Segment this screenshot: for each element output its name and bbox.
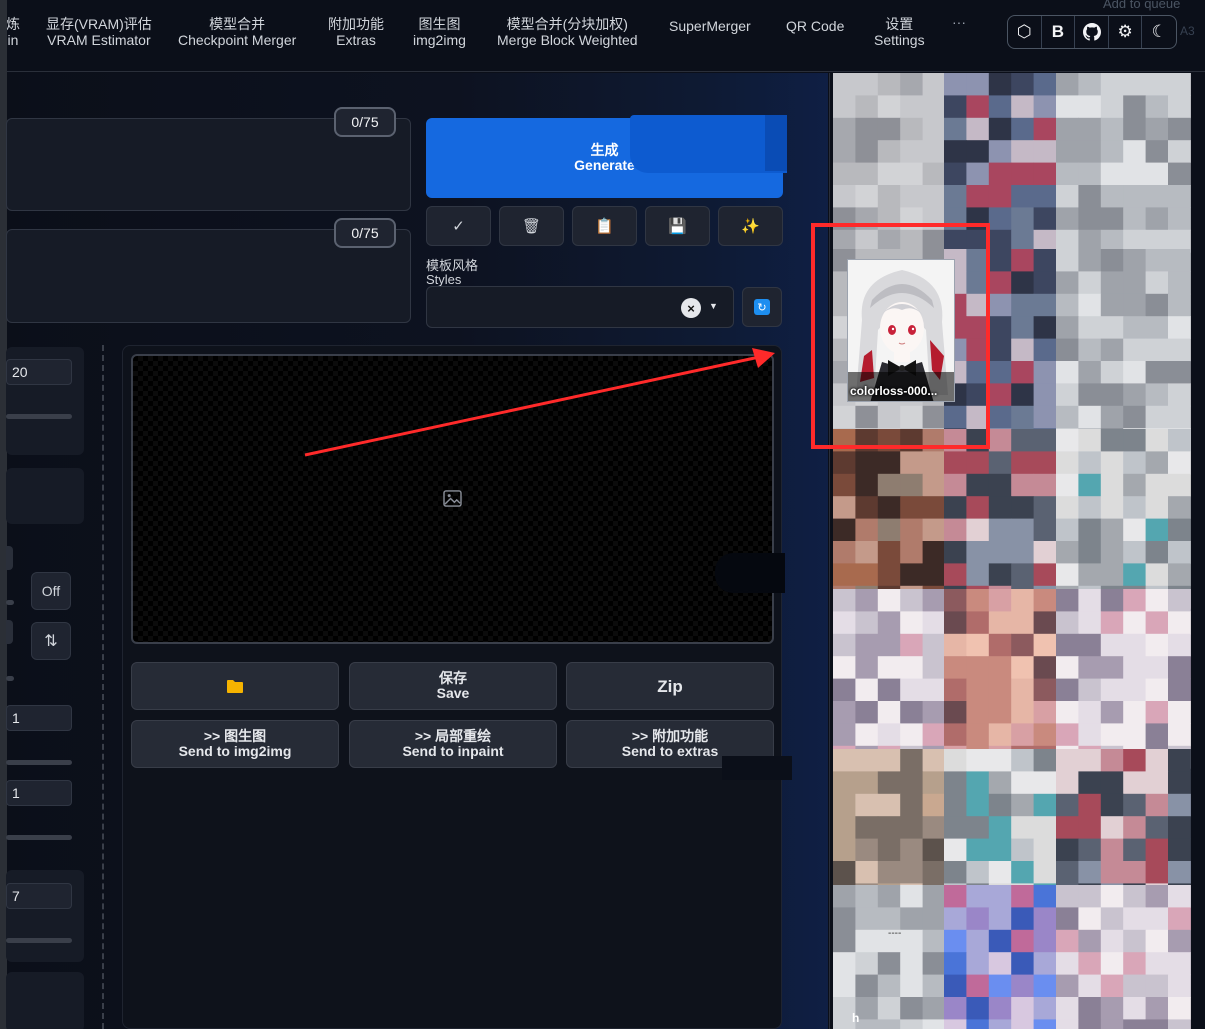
- gallery-card-caption: ----: [888, 928, 902, 939]
- gear-icon[interactable]: ⚙: [1109, 16, 1143, 48]
- tab-merge-block-weighted[interactable]: 模型合并(分块加权) Merge Block Weighted: [497, 16, 638, 48]
- tab-label: SuperMerger: [669, 18, 751, 34]
- cfg-scale-slider[interactable]: [6, 938, 72, 943]
- save-label-en: Save: [436, 685, 470, 701]
- more-tabs-button[interactable]: ···: [952, 14, 966, 30]
- hexagon-icon[interactable]: ⬡: [1008, 16, 1042, 48]
- ghost-a3-label: A3: [1180, 24, 1195, 38]
- cfg-scale-field[interactable]: 7: [6, 883, 72, 909]
- tab-label-en: Settings: [874, 32, 925, 48]
- tab-settings[interactable]: 设置 Settings: [874, 16, 925, 48]
- img2img-label-en: Send to img2img: [178, 743, 292, 759]
- tab-label-zh: 附加功能: [328, 16, 384, 32]
- tab-img2img[interactable]: 图生图 img2img: [413, 16, 466, 48]
- generate-label-en: Generate: [574, 157, 635, 173]
- open-folder-button[interactable]: [131, 662, 339, 710]
- tab-supermerger[interactable]: SuperMerger: [669, 18, 751, 34]
- send-to-img2img-button[interactable]: >> 图生图 Send to img2img: [131, 720, 339, 768]
- occlusion-smudge: [630, 115, 787, 173]
- slider-edge[interactable]: [6, 676, 14, 681]
- extras-label-zh: >> 附加功能: [631, 728, 709, 744]
- clipboard-icon[interactable]: 📋: [572, 206, 637, 246]
- tab-label-en: Merge Block Weighted: [497, 32, 638, 48]
- occlusion-smudge: [722, 756, 792, 780]
- slider-edge[interactable]: [6, 600, 14, 605]
- swap-dimensions-icon[interactable]: ⇅: [31, 622, 71, 660]
- tab-vram-estimator[interactable]: 显存(VRAM)评估 VRAM Estimator: [46, 16, 152, 48]
- negative-prompt-token-counter: 0/75: [334, 218, 396, 248]
- occlusion-smudge: [765, 115, 787, 171]
- clear-icon[interactable]: ×: [681, 298, 701, 318]
- tab-label-zh: 设置: [885, 16, 914, 32]
- tab-qr-code[interactable]: QR Code: [786, 18, 844, 34]
- dimension-field-edge[interactable]: [6, 620, 13, 644]
- gallery-card-caption: h: [852, 1011, 860, 1025]
- tab-label-en: Extras: [336, 32, 376, 48]
- save-icon[interactable]: 💾: [645, 206, 710, 246]
- refresh-icon: ↻: [754, 299, 770, 315]
- extras-label-en: Send to extras: [621, 743, 719, 759]
- resize-divider[interactable]: [102, 345, 104, 1029]
- checkbox-edge[interactable]: [6, 546, 13, 570]
- hires-toggle-button[interactable]: Off: [31, 572, 71, 610]
- styles-label-en: Styles: [426, 272, 462, 287]
- top-navigation: 炼 in 显存(VRAM)评估 VRAM Estimator 模型合并 Checkpo…: [0, 0, 1205, 72]
- tab-label-zh: 模型合并: [209, 16, 266, 32]
- tab-checkpoint-merger[interactable]: 模型合并 Checkpoint Merger: [178, 16, 296, 48]
- magic-wand-icon[interactable]: ✨: [718, 206, 783, 246]
- steps-slider[interactable]: [6, 414, 72, 419]
- bold-b-icon[interactable]: B: [1042, 16, 1076, 48]
- steps-number-field[interactable]: 20: [6, 359, 72, 385]
- tab-label-en: VRAM Estimator: [47, 32, 151, 48]
- batch-size-field[interactable]: 1: [6, 780, 72, 806]
- lora-card-caption: colorloss-000...: [850, 384, 938, 398]
- occlusion-smudge: [715, 553, 785, 593]
- checkmark-icon[interactable]: ✓: [426, 206, 491, 246]
- styles-dropdown[interactable]: × ▼: [426, 286, 734, 328]
- tab-label-en: in: [7, 32, 19, 48]
- tab-label-en: img2img: [413, 32, 466, 48]
- zip-button[interactable]: Zip: [566, 662, 774, 710]
- styles-label-zh: 模板风格: [426, 258, 479, 273]
- sampler-card: [6, 468, 84, 524]
- pixelated-thumbnail-grid[interactable]: [830, 73, 1205, 1029]
- tab-label-zh: 显存(VRAM)评估: [46, 16, 152, 32]
- tab-label: QR Code: [786, 18, 845, 34]
- save-label-zh: 保存: [439, 670, 467, 686]
- output-image-area[interactable]: [131, 354, 774, 644]
- generate-label-zh: 生成: [590, 142, 619, 158]
- tab-label-zh: 模型合并(分块加权): [506, 16, 628, 32]
- tab-label-zh: 图生图: [418, 16, 461, 32]
- quick-icon-toolbar: ⬡ B ⚙ ☾: [1007, 15, 1177, 49]
- moon-icon[interactable]: ☾: [1142, 16, 1176, 48]
- anime-girl-preview-image: [848, 260, 954, 401]
- github-icon[interactable]: [1075, 16, 1109, 48]
- folder-icon: [227, 679, 243, 693]
- batch-size-slider[interactable]: [6, 835, 72, 840]
- styles-label: 模板风格 Styles: [426, 259, 478, 287]
- tab-train[interactable]: 炼 in: [6, 16, 20, 48]
- refresh-styles-button[interactable]: ↻: [742, 287, 782, 327]
- tab-label-en: Checkpoint Merger: [178, 32, 297, 48]
- prompt-token-counter: 0/75: [334, 107, 396, 137]
- batch-count-field[interactable]: 1: [6, 705, 72, 731]
- tab-extras[interactable]: 附加功能 Extras: [328, 16, 384, 48]
- chevron-down-icon[interactable]: ▼: [709, 301, 718, 311]
- add-to-queue-ghost-label: Add to queue: [1103, 0, 1181, 11]
- batch-count-slider[interactable]: [6, 760, 72, 765]
- save-image-button[interactable]: 保存 Save: [349, 662, 557, 710]
- img2img-label-zh: >> 图生图: [203, 728, 267, 744]
- send-to-inpaint-button[interactable]: >> 局部重绘 Send to inpaint: [349, 720, 557, 768]
- trash-icon[interactable]: 🗑: [499, 206, 564, 246]
- inpaint-label-zh: >> 局部重绘: [414, 728, 492, 744]
- inpaint-label-en: Send to inpaint: [402, 743, 504, 759]
- image-placeholder-icon: [443, 490, 462, 507]
- tab-label-zh: 炼: [6, 16, 20, 32]
- extra-networks-gallery: colorloss-000... h ----: [829, 73, 1205, 1029]
- selected-lora-card[interactable]: colorloss-000...: [847, 259, 955, 402]
- seed-card: [6, 972, 84, 1029]
